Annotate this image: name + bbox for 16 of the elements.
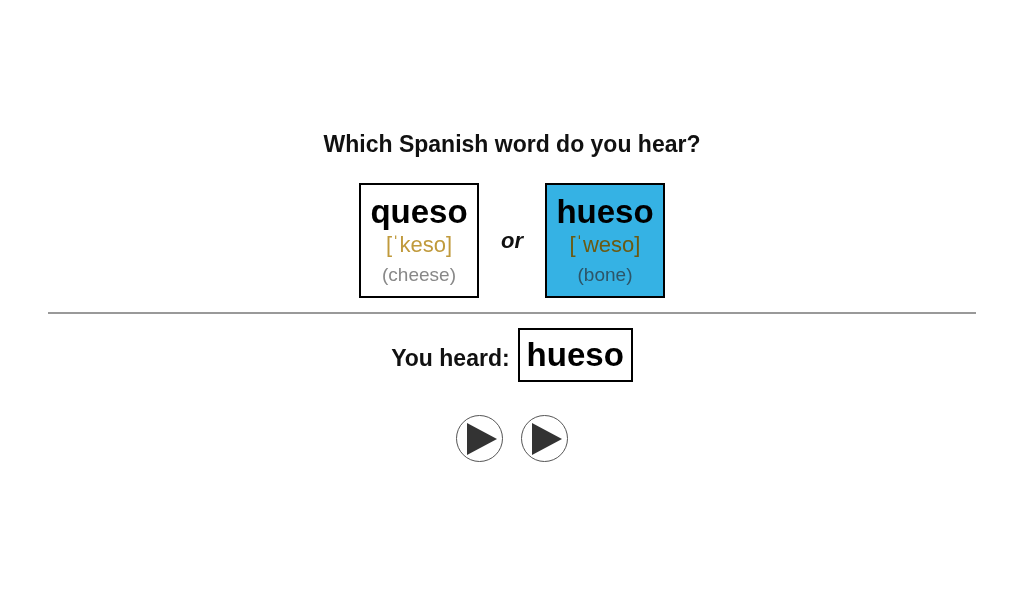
- play-button[interactable]: [521, 415, 568, 462]
- answer-word: hueso: [517, 328, 633, 382]
- pronunciation-text: [ˈweso]: [569, 232, 641, 258]
- word-card[interactable]: queso [ˈkeso] (cheese): [359, 183, 479, 298]
- play-icon: [467, 422, 497, 455]
- or-text: or: [501, 227, 523, 254]
- play-icon: [532, 422, 562, 455]
- answer-label: You heard:: [391, 344, 510, 372]
- translation-text: (bone): [577, 264, 633, 286]
- word-text: hueso: [556, 193, 654, 231]
- pronunciation-text: [ˈkeso]: [386, 232, 452, 258]
- word-card[interactable]: hueso [ˈweso] (bone): [545, 183, 665, 298]
- play-button[interactable]: [456, 415, 503, 462]
- word-text: queso: [370, 193, 468, 231]
- translation-text: (cheese): [382, 264, 456, 286]
- question-text: Which Spanish word do you hear?: [323, 131, 701, 158]
